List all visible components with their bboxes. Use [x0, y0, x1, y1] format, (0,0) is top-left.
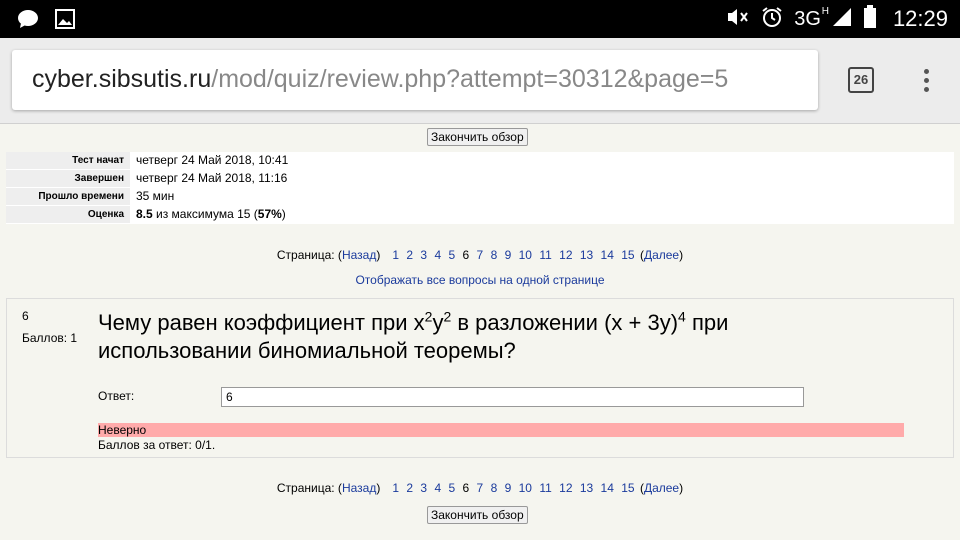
question-text: Чему равен коэффициент при x2y2 в разлож…	[98, 308, 729, 363]
summary-row-time: Прошло времени 35 мин	[6, 188, 954, 206]
pager-next-link[interactable]: Далее	[644, 248, 679, 262]
summary-row-grade: Оценка 8.5 из максимума 15 (57%)	[6, 206, 954, 224]
tabs-button[interactable]: 26	[848, 67, 874, 93]
page-links: 1 2 3 4 5 6 7 8 9 10 11 12 13 14 15	[390, 248, 640, 262]
status-bar: 3G H 12:29	[0, 0, 960, 38]
summary-row-finished: Завершен четверг 24 Май 2018, 11:16	[6, 170, 954, 188]
clock: 12:29	[892, 6, 948, 31]
page-link-14[interactable]: 14	[601, 481, 614, 495]
signal-icon	[831, 6, 853, 33]
message-icon	[16, 7, 40, 36]
page-link-14[interactable]: 14	[601, 248, 614, 262]
page-link-13[interactable]: 13	[580, 481, 593, 495]
pager-prev-link[interactable]: Назад	[342, 248, 376, 262]
page-link-10[interactable]: 10	[519, 248, 532, 262]
page-link-12[interactable]: 12	[559, 248, 572, 262]
finish-review-button-top[interactable]: Закончить обзор	[427, 128, 528, 146]
page-link-1[interactable]: 1	[392, 248, 399, 262]
page-link-8[interactable]: 8	[491, 248, 498, 262]
pager-next-link[interactable]: Далее	[644, 481, 679, 495]
page-link-9[interactable]: 9	[505, 248, 512, 262]
answer-label: Ответ:	[98, 389, 135, 403]
pager-bottom: Страница: (Назад) 1 2 3 4 5 6 7 8 9 10 1…	[276, 481, 684, 495]
page-link-2[interactable]: 2	[406, 481, 413, 495]
browser-toolbar: cyber.sibsutis.ru/mod/quiz/review.php?at…	[0, 38, 960, 124]
finish-review-button-bottom[interactable]: Закончить обзор	[427, 506, 528, 524]
pager-top: Страница: (Назад) 1 2 3 4 5 6 7 8 9 10 1…	[276, 248, 684, 262]
page-link-13[interactable]: 13	[580, 248, 593, 262]
summary-row-started: Тест начат четверг 24 Май 2018, 10:41	[6, 152, 954, 170]
page-link-5[interactable]: 5	[448, 481, 455, 495]
answer-score: Баллов за ответ: 0/1.	[98, 438, 216, 452]
page-link-9[interactable]: 9	[505, 481, 512, 495]
image-icon	[54, 8, 76, 35]
page-link-7[interactable]: 7	[477, 248, 484, 262]
question-number: 6	[22, 309, 29, 323]
question-marks: Баллов: 1	[22, 331, 78, 345]
question-info: 6 Баллов: 1	[22, 305, 77, 349]
page-content: Закончить обзор Тест начат четверг 24 Ма…	[0, 124, 960, 540]
page-link-4[interactable]: 4	[434, 248, 441, 262]
menu-dots-icon[interactable]	[916, 66, 936, 94]
page-link-15[interactable]: 15	[621, 248, 634, 262]
pager-prev-link[interactable]: Назад	[342, 481, 376, 495]
page-link-4[interactable]: 4	[434, 481, 441, 495]
network-type: 3G H	[794, 5, 829, 30]
page-link-11[interactable]: 11	[539, 248, 551, 262]
page-link-12[interactable]: 12	[559, 481, 572, 495]
feedback-incorrect: Неверно	[98, 423, 904, 437]
page-link-7[interactable]: 7	[477, 481, 484, 495]
page-link-3[interactable]: 3	[420, 481, 427, 495]
url-text[interactable]: cyber.sibsutis.ru/mod/quiz/review.php?at…	[32, 65, 728, 94]
question-box: 6 Баллов: 1 Чему равен коэффициент при x…	[6, 298, 954, 458]
address-bar[interactable]: cyber.sibsutis.ru/mod/quiz/review.php?at…	[12, 50, 818, 110]
page-link-11[interactable]: 11	[539, 481, 551, 495]
page-link-3[interactable]: 3	[420, 248, 427, 262]
battery-icon	[863, 4, 877, 34]
alarm-icon	[760, 5, 784, 34]
mute-icon	[726, 6, 750, 33]
page-links: 1 2 3 4 5 6 7 8 9 10 11 12 13 14 15	[390, 481, 640, 495]
page-link-15[interactable]: 15	[621, 481, 634, 495]
page-current: 6	[462, 248, 470, 262]
show-all-link[interactable]: Отображать все вопросы на одной странице	[0, 273, 960, 287]
page-current: 6	[462, 481, 470, 495]
page-link-8[interactable]: 8	[491, 481, 498, 495]
attempt-summary: Тест начат четверг 24 Май 2018, 10:41 За…	[6, 152, 954, 224]
page-link-10[interactable]: 10	[519, 481, 532, 495]
answer-field[interactable]: 6	[221, 387, 804, 407]
page-link-1[interactable]: 1	[392, 481, 399, 495]
page-link-2[interactable]: 2	[406, 248, 413, 262]
page-link-5[interactable]: 5	[448, 248, 455, 262]
